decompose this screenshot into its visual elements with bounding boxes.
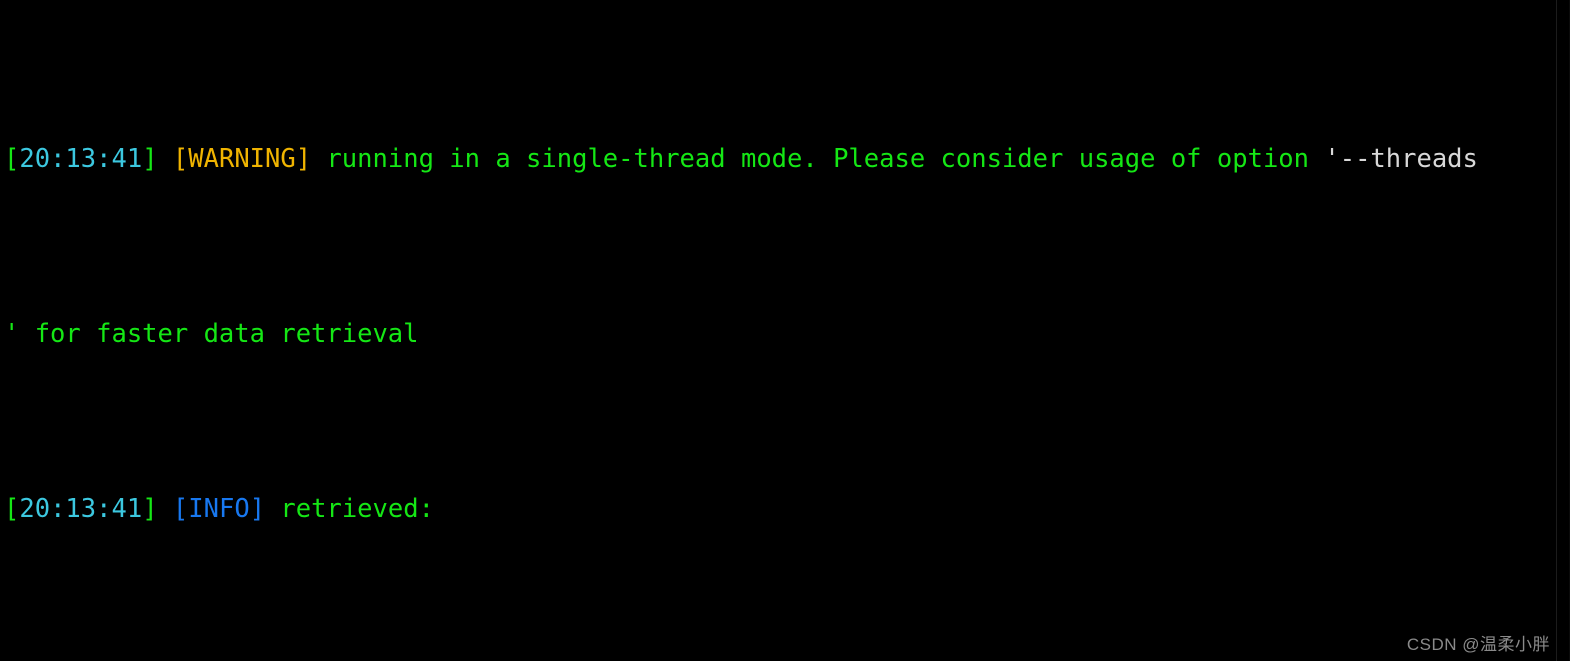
log-message-continued: ' for faster data retrieval	[4, 319, 419, 349]
log-message: retrieved:	[280, 494, 434, 524]
bracket-close: ]	[142, 144, 173, 174]
timestamp: 20:13:41	[19, 494, 143, 524]
level-bracket-close: ]	[249, 494, 281, 524]
level-bracket-close: ]	[295, 144, 327, 174]
log-line-warning-wrap: ' for faster data retrieval	[4, 317, 1556, 352]
log-line-warning: [20:13:41] [WARNING] running in a single…	[4, 142, 1556, 177]
option-literal: '--threads	[1324, 144, 1478, 174]
terminal-output-area[interactable]: [20:13:41] [WARNING] running in a single…	[0, 0, 1556, 661]
level-bracket-open: [	[172, 494, 189, 524]
scrollbar-thumb[interactable]	[1557, 0, 1569, 661]
log-line-retrieved: [20:13:41] [INFO] retrieved:	[4, 492, 1556, 527]
terminal-window[interactable]: [20:13:41] [WARNING] running in a single…	[0, 0, 1570, 661]
timestamp: 20:13:41	[19, 144, 143, 174]
log-level-info: INFO	[188, 494, 250, 524]
log-message: running in a single-thread mode. Please …	[326, 144, 1325, 174]
log-level-warning: WARNING	[188, 144, 296, 174]
vertical-scrollbar[interactable]	[1556, 0, 1570, 661]
bracket-close: ]	[142, 494, 173, 524]
bracket-open: [	[4, 144, 20, 174]
bracket-open: [	[4, 494, 20, 524]
level-bracket-open: [	[172, 144, 189, 174]
